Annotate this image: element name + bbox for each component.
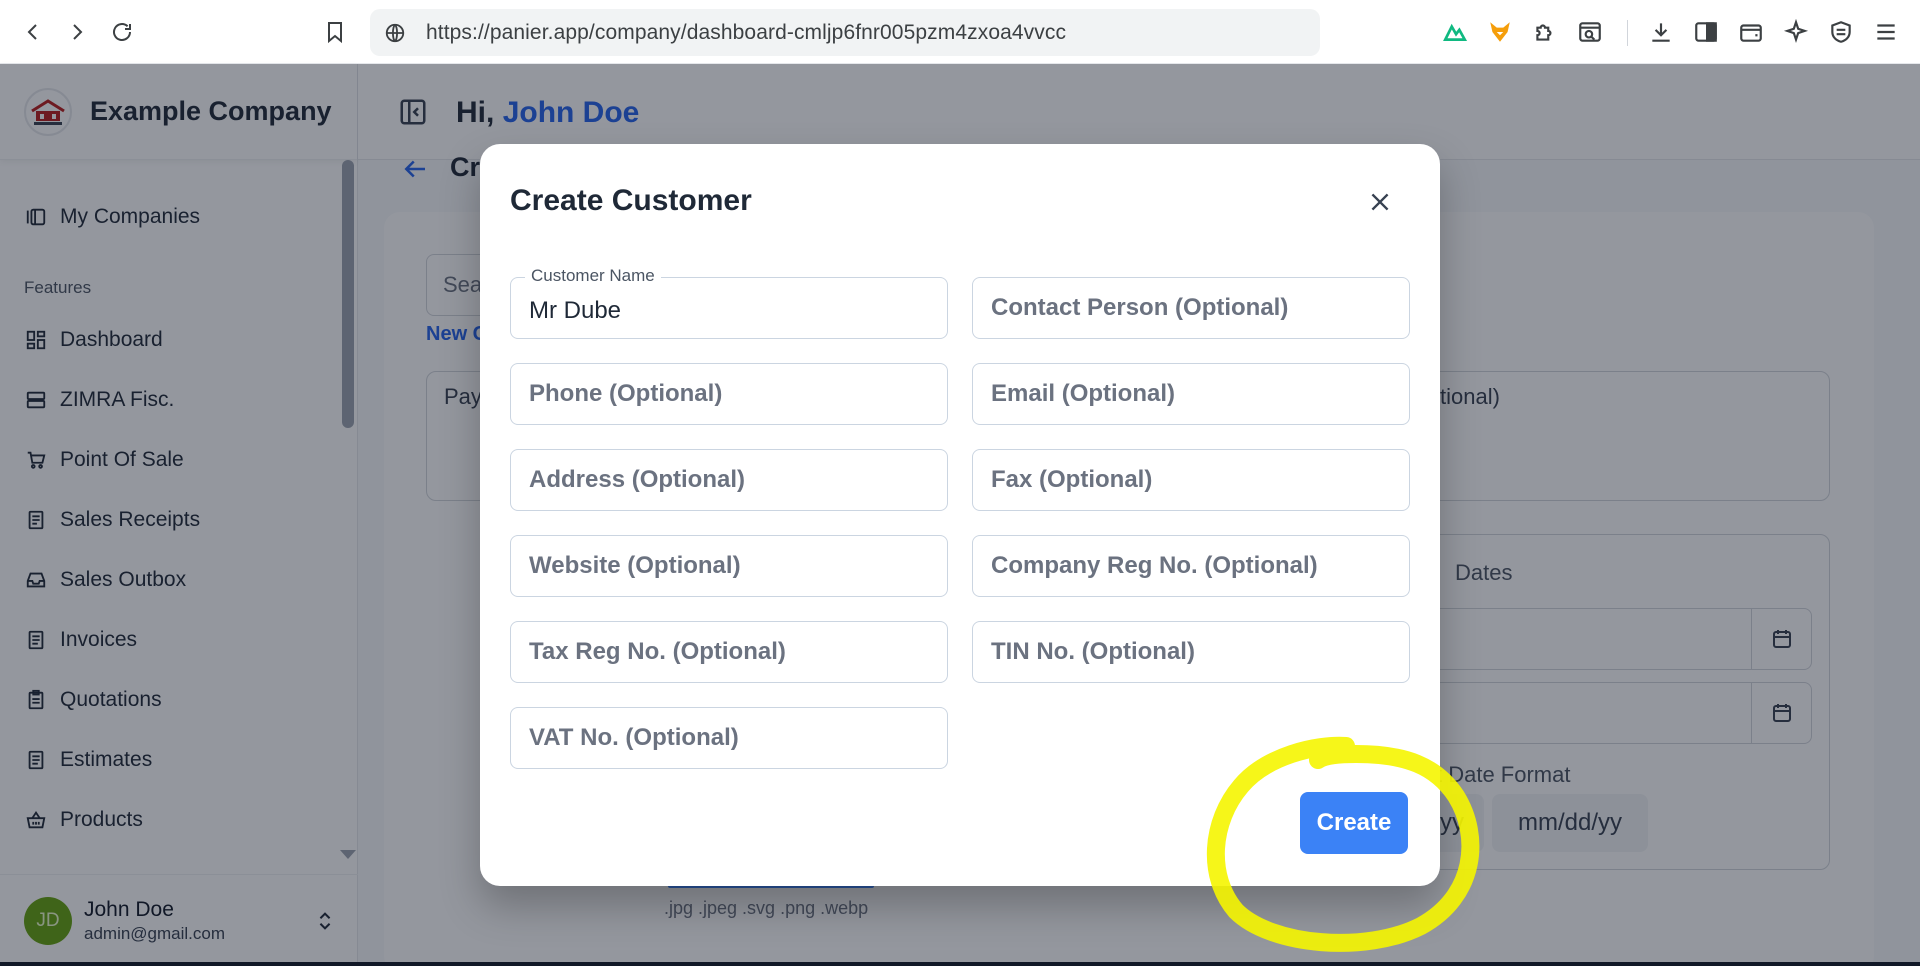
website-input[interactable] [511,536,947,596]
address-bar[interactable]: https://panier.app/company/dashboard-cml… [370,9,1320,56]
taskbar-edge [0,962,1920,966]
reader-search-icon[interactable] [1575,17,1605,47]
puzzle-extensions-icon[interactable] [1530,17,1560,47]
address-field[interactable] [510,449,948,511]
forward-icon[interactable] [62,17,92,47]
back-icon[interactable] [18,17,48,47]
url-text[interactable]: https://panier.app/company/dashboard-cml… [426,21,1066,45]
vat-input[interactable] [511,708,947,768]
company-reg-field[interactable] [972,535,1410,597]
shield-icon[interactable] [1826,17,1856,47]
extension-green-icon[interactable] [1440,17,1470,47]
create-button[interactable]: Create [1300,792,1408,854]
email-field[interactable] [972,363,1410,425]
company-reg-input[interactable] [973,536,1409,596]
create-customer-dialog: Create Customer Customer Name Create [480,144,1440,886]
tin-input[interactable] [973,622,1409,682]
menu-icon[interactable] [1871,17,1901,47]
dialog-title: Create Customer [510,184,752,217]
contact-person-input[interactable] [973,278,1409,338]
tax-reg-field[interactable] [510,621,948,683]
customer-name-field[interactable]: Customer Name [510,266,948,339]
fax-field[interactable] [972,449,1410,511]
fox-extension-icon[interactable] [1485,17,1515,47]
phone-input[interactable] [511,364,947,424]
email-input[interactable] [973,364,1409,424]
customer-name-input[interactable] [511,278,947,338]
sidebar-toggle-icon[interactable] [1691,17,1721,47]
fax-input[interactable] [973,450,1409,510]
wallet-icon[interactable] [1736,17,1766,47]
close-icon[interactable] [1364,186,1396,218]
browser-toolbar: https://panier.app/company/dashboard-cml… [0,0,1920,64]
phone-field[interactable] [510,363,948,425]
vat-field[interactable] [510,707,948,769]
site-info-icon[interactable] [382,20,408,46]
download-icon[interactable] [1646,17,1676,47]
customer-name-label: Customer Name [525,266,661,286]
ai-sparkle-icon[interactable] [1781,17,1811,47]
reload-icon[interactable] [107,17,137,47]
website-field[interactable] [510,535,948,597]
toolbar-divider [1627,20,1628,46]
tin-field[interactable] [972,621,1410,683]
address-input[interactable] [511,450,947,510]
contact-person-field[interactable] [972,277,1410,339]
tax-reg-input[interactable] [511,622,947,682]
bookmark-icon[interactable] [320,17,350,47]
